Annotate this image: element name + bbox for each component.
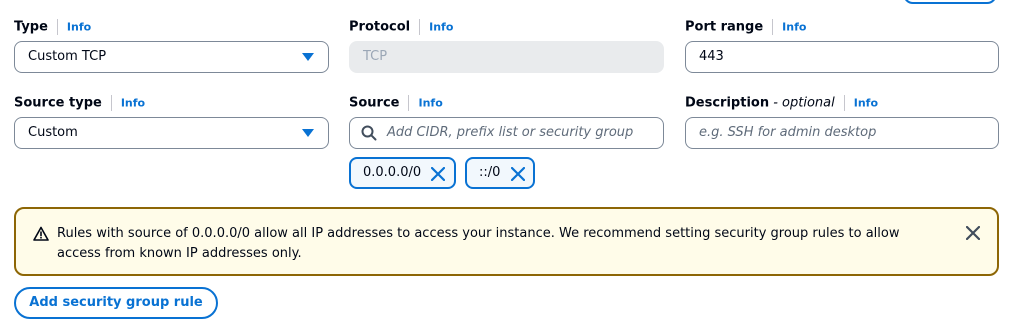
port-range-info-link[interactable]: Info bbox=[782, 21, 806, 34]
source-token: ::/0 bbox=[465, 157, 535, 189]
description-placeholder: e.g. SSH for admin desktop bbox=[699, 125, 877, 140]
source-search-placeholder: Add CIDR, prefix list or security group bbox=[387, 125, 634, 140]
source-search-input[interactable]: Add CIDR, prefix list or security group bbox=[349, 117, 664, 149]
warning-icon bbox=[33, 226, 49, 241]
source-type-select-value: Custom bbox=[28, 125, 78, 140]
divider bbox=[419, 19, 421, 35]
source-token-label: 0.0.0.0/0 bbox=[363, 165, 422, 180]
source-type-label-row: Source type Info bbox=[14, 95, 145, 111]
search-icon bbox=[361, 125, 377, 141]
type-info-link[interactable]: Info bbox=[67, 21, 91, 34]
divider bbox=[408, 95, 410, 111]
port-range-label-row: Port range Info bbox=[685, 19, 806, 35]
top-action-button[interactable] bbox=[903, 0, 997, 4]
source-info-link[interactable]: Info bbox=[418, 97, 442, 110]
port-range-label: Port range bbox=[685, 19, 764, 35]
port-range-value: 443 bbox=[699, 49, 724, 64]
divider bbox=[843, 95, 845, 111]
divider bbox=[110, 95, 112, 111]
divider bbox=[56, 19, 58, 35]
divider bbox=[772, 19, 774, 35]
add-security-group-rule-button[interactable]: Add security group rule bbox=[14, 287, 218, 319]
type-select[interactable]: Custom TCP bbox=[14, 41, 329, 73]
protocol-input: TCP bbox=[349, 41, 664, 73]
source-label: Source bbox=[349, 95, 400, 111]
description-optional-label: - optional bbox=[769, 95, 835, 111]
close-icon[interactable] bbox=[511, 167, 525, 181]
description-label: Description bbox=[685, 95, 770, 111]
type-select-value: Custom TCP bbox=[28, 49, 107, 64]
protocol-label: Protocol bbox=[349, 19, 411, 35]
description-input[interactable]: e.g. SSH for admin desktop bbox=[685, 117, 999, 149]
type-label: Type bbox=[14, 19, 48, 35]
close-icon[interactable] bbox=[966, 226, 980, 240]
type-label-row: Type Info bbox=[14, 19, 91, 35]
source-token-label: ::/0 bbox=[479, 165, 501, 180]
caret-down-icon bbox=[302, 53, 314, 61]
source-token: 0.0.0.0/0 bbox=[349, 157, 456, 189]
caret-down-icon bbox=[302, 129, 314, 137]
protocol-label-row: Protocol Info bbox=[349, 19, 453, 35]
description-info-link[interactable]: Info bbox=[854, 97, 878, 110]
source-type-select[interactable]: Custom bbox=[14, 117, 329, 149]
protocol-info-link[interactable]: Info bbox=[429, 21, 453, 34]
source-label-row: Source Info bbox=[349, 95, 443, 111]
source-type-info-link[interactable]: Info bbox=[121, 97, 145, 110]
warning-alert: Rules with source of 0.0.0.0/0 allow all… bbox=[14, 207, 999, 276]
close-icon[interactable] bbox=[431, 167, 445, 181]
source-type-label: Source type bbox=[14, 95, 102, 111]
warning-alert-message: Rules with source of 0.0.0.0/0 allow all… bbox=[57, 226, 900, 261]
description-label-row: Description - optional Info bbox=[685, 95, 878, 111]
port-range-input[interactable]: 443 bbox=[685, 41, 999, 73]
protocol-input-value: TCP bbox=[363, 49, 388, 64]
